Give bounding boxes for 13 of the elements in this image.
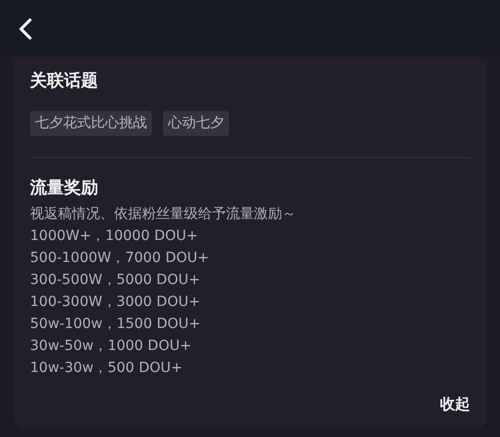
section-title: 流量奖励 bbox=[30, 177, 99, 200]
reward-tier-text: 500-1000W，7000 DOU+ bbox=[30, 249, 210, 268]
section-title: 关联话题 bbox=[30, 70, 99, 93]
reward-description: 视返稿情况、依据粉丝量级给予流量激励～ bbox=[30, 205, 297, 224]
reward-tier-text: 100-300W，3000 DOU+ bbox=[30, 293, 202, 312]
topic-tag[interactable]: 七夕花式比心挑战 bbox=[30, 111, 152, 136]
topic-tag[interactable]: 心动七夕 bbox=[163, 111, 229, 136]
reward-tier-text: 30w-50w，1000 DOU+ bbox=[30, 337, 192, 356]
reward-tier-text: 10w-30w，500 DOU+ bbox=[30, 359, 184, 378]
reward-tier-text: 50w-100w，1500 DOU+ bbox=[30, 315, 202, 334]
collapse-link[interactable]: 收起 bbox=[440, 395, 470, 414]
reward-tier-text: 1000W+，10000 DOU+ bbox=[30, 227, 199, 246]
reward-tier-text: 300-500W，5000 DOU+ bbox=[30, 271, 202, 290]
